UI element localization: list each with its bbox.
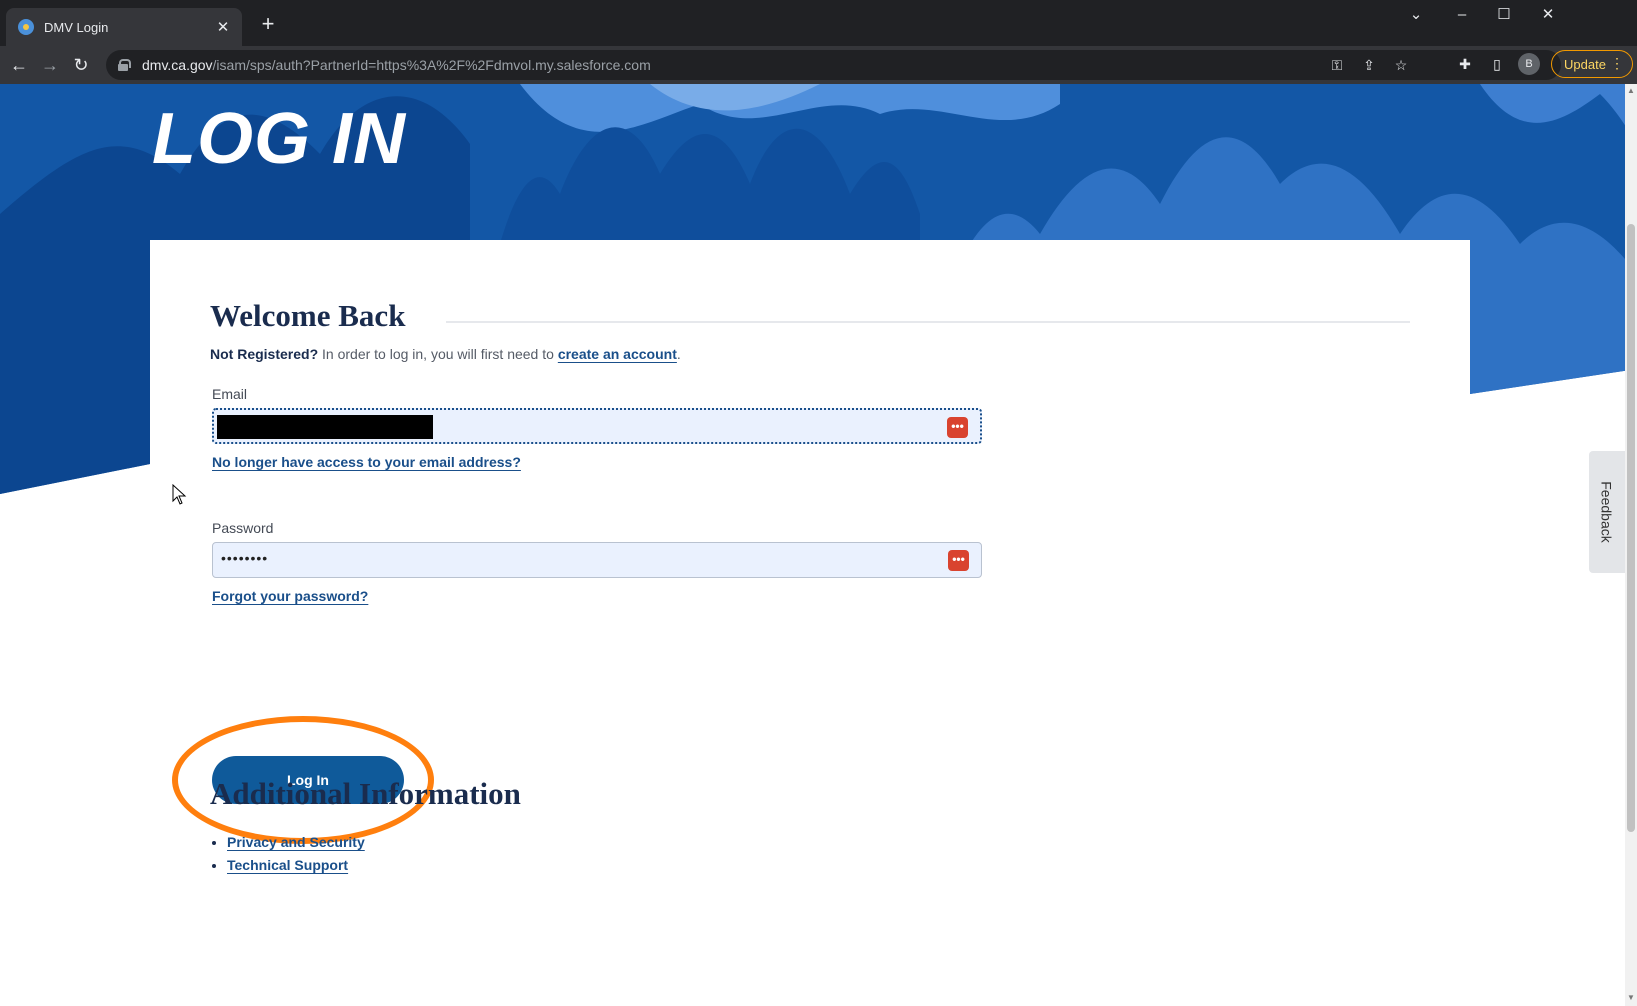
not-registered-text: Not Registered? In order to log in, you … xyxy=(210,346,681,362)
new-tab-icon[interactable]: + xyxy=(256,12,280,36)
not-registered-body: In order to log in, you will first need … xyxy=(318,346,558,362)
bookmark-star-icon[interactable]: ☆ xyxy=(1391,54,1411,76)
scroll-thumb[interactable] xyxy=(1627,224,1635,832)
reload-icon[interactable]: ↻ xyxy=(68,52,94,78)
update-button[interactable]: Update ⋮ xyxy=(1551,50,1633,78)
window-close-icon[interactable]: ✕ xyxy=(1528,4,1568,26)
side-panel-icon[interactable]: ▯ xyxy=(1486,52,1508,76)
email-field[interactable]: ••• xyxy=(212,408,982,444)
browser-tab-bar: DMV Login ✕ + ⌄ – ☐ ✕ xyxy=(0,0,1637,46)
list-item: Technical Support xyxy=(227,857,365,873)
page-title: LOG IN xyxy=(152,99,406,179)
welcome-heading: Welcome Back xyxy=(210,298,406,333)
tab-title: DMV Login xyxy=(44,19,109,35)
url-host: dmv.ca.gov xyxy=(142,57,213,73)
heading-divider xyxy=(446,321,1410,323)
password-field[interactable]: •••••••• ••• xyxy=(212,542,982,578)
scroll-up-icon[interactable]: ▲ xyxy=(1627,86,1635,95)
additional-links-list: Privacy and Security Technical Support xyxy=(227,834,365,880)
not-registered-bold: Not Registered? xyxy=(210,346,319,362)
update-label: Update xyxy=(1564,56,1606,72)
tab-close-icon[interactable]: ✕ xyxy=(214,18,232,36)
more-menu-icon[interactable]: ⋮ xyxy=(1610,55,1624,72)
address-bar[interactable]: dmv.ca.gov/isam/sps/auth?PartnerId=https… xyxy=(106,50,1561,80)
minimize-icon[interactable]: – xyxy=(1442,4,1482,26)
feedback-tab[interactable]: Feedback xyxy=(1589,451,1625,573)
email-help-link[interactable]: No longer have access to your email addr… xyxy=(212,454,521,470)
url-path: /isam/sps/auth?PartnerId=https%3A%2F%2Fd… xyxy=(212,57,651,73)
url-text: dmv.ca.gov/isam/sps/auth?PartnerId=https… xyxy=(142,57,651,73)
create-account-link[interactable]: create an account xyxy=(558,346,677,362)
redacted-email xyxy=(217,415,433,439)
key-icon[interactable]: ⚿ xyxy=(1327,54,1347,76)
maximize-icon[interactable]: ☐ xyxy=(1484,4,1524,26)
extensions-puzzle-icon[interactable]: ✚ xyxy=(1454,52,1476,76)
mouse-cursor-icon xyxy=(172,484,187,505)
feedback-label: Feedback xyxy=(1599,481,1616,543)
period: . xyxy=(676,346,681,362)
email-label: Email xyxy=(212,386,248,402)
back-icon[interactable]: ← xyxy=(6,52,32,78)
page-scrollbar[interactable]: ▲ ▼ xyxy=(1625,84,1637,1006)
forgot-password-link[interactable]: Forgot your password? xyxy=(212,588,368,604)
extension-area: ✚ ▯ B xyxy=(1454,52,1540,76)
page-viewport: LOG IN Welcome Back Not Registered? In o… xyxy=(0,84,1637,1006)
dmv-favicon-icon xyxy=(18,19,34,35)
additional-information-heading: Additional Information xyxy=(210,776,521,811)
forward-icon[interactable]: → xyxy=(37,52,63,78)
scroll-down-icon[interactable]: ▼ xyxy=(1627,993,1635,1002)
technical-support-link[interactable]: Technical Support xyxy=(227,857,348,873)
lock-icon[interactable] xyxy=(118,59,131,71)
browser-tab[interactable]: DMV Login ✕ xyxy=(6,8,242,46)
password-manager-icon[interactable]: ••• xyxy=(948,550,969,571)
password-value: •••••••• xyxy=(221,550,269,566)
tab-search-icon[interactable]: ⌄ xyxy=(1396,4,1436,26)
login-card: Welcome Back Not Registered? In order to… xyxy=(150,240,1470,1000)
list-item: Privacy and Security xyxy=(227,834,365,850)
privacy-security-link[interactable]: Privacy and Security xyxy=(227,834,365,850)
share-icon[interactable]: ⇪ xyxy=(1359,54,1379,76)
browser-toolbar: ← → ↻ dmv.ca.gov/isam/sps/auth?PartnerId… xyxy=(0,46,1637,84)
password-manager-icon[interactable]: ••• xyxy=(947,417,968,438)
profile-avatar[interactable]: B xyxy=(1518,53,1540,75)
password-label: Password xyxy=(212,520,274,536)
